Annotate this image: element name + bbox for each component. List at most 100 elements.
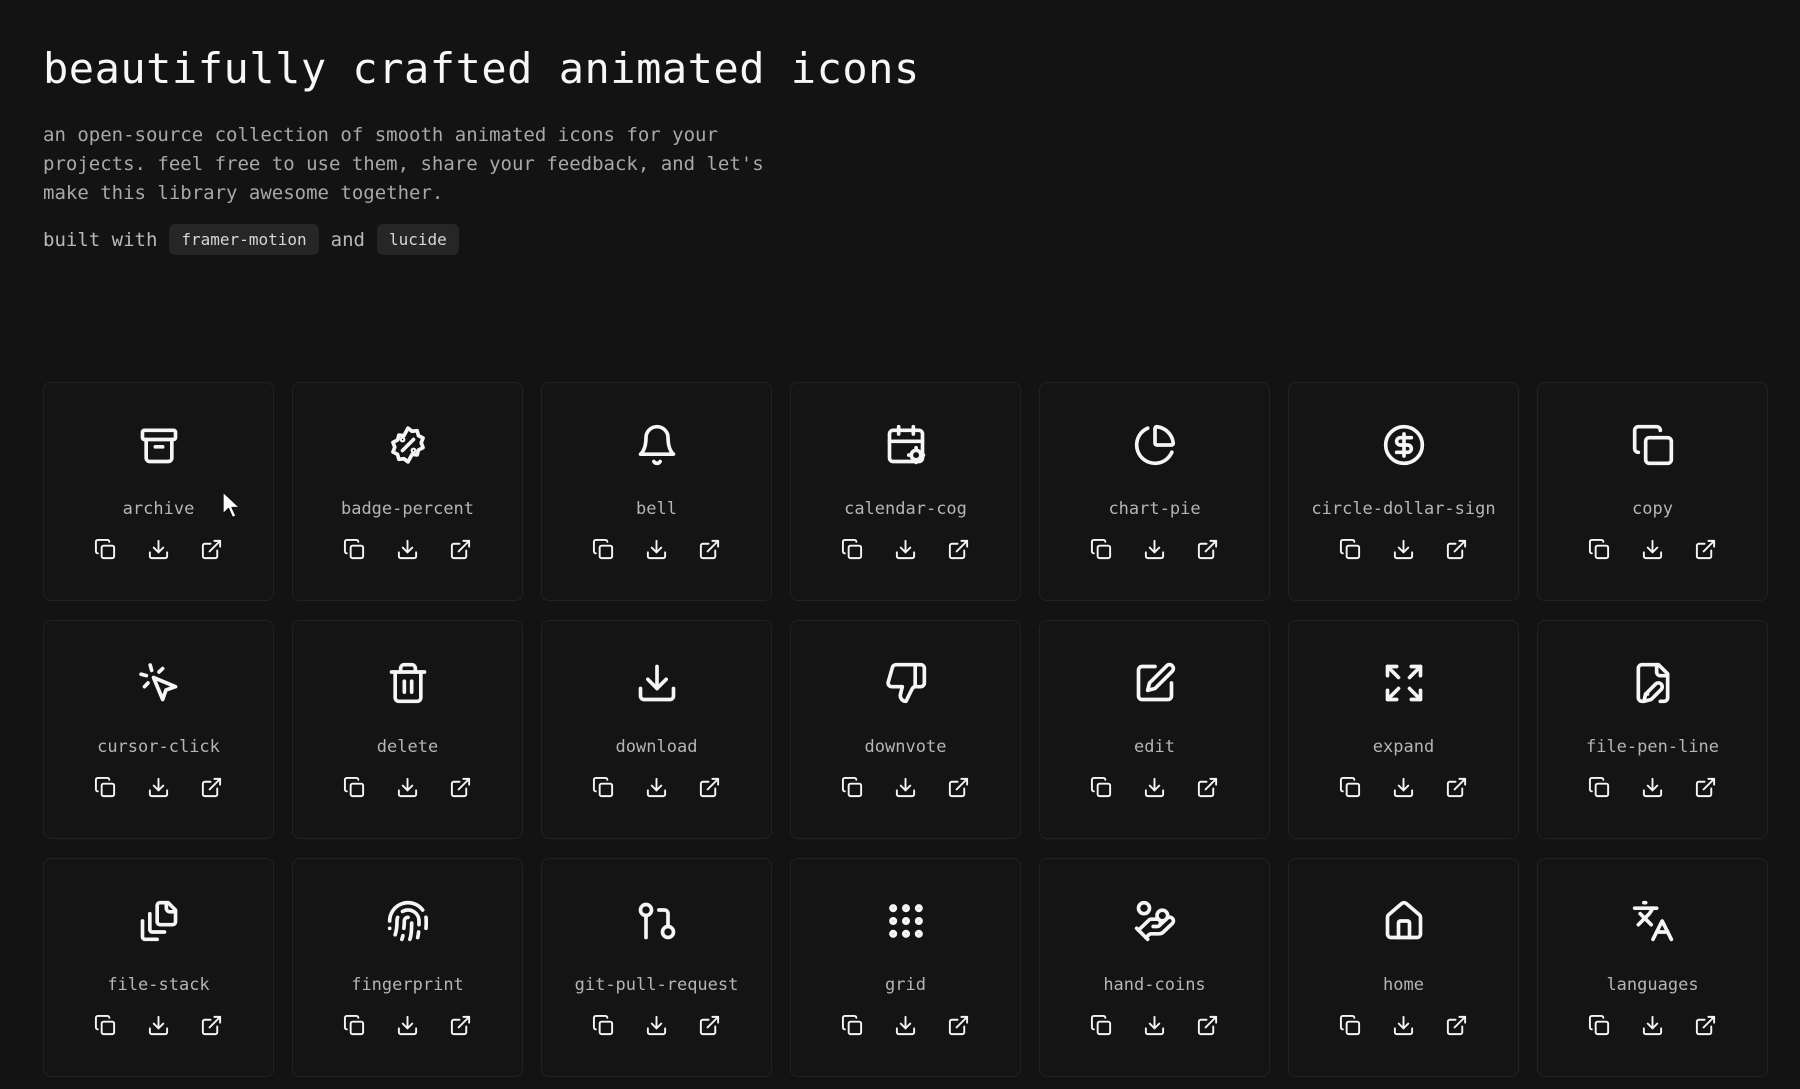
- external-link-icon[interactable]: [449, 1014, 472, 1037]
- icon-card-actions: [44, 538, 273, 561]
- copy-icon[interactable]: [592, 776, 615, 799]
- icon-card-calendar-cog[interactable]: calendar-cog: [790, 382, 1021, 601]
- copy-icon[interactable]: [1090, 538, 1113, 561]
- icon-card-cursor-click[interactable]: cursor-click: [43, 620, 274, 839]
- icon-card-edit[interactable]: edit: [1039, 620, 1270, 839]
- external-link-icon[interactable]: [1445, 1014, 1468, 1037]
- download-icon[interactable]: [894, 1014, 917, 1037]
- external-link-icon[interactable]: [947, 1014, 970, 1037]
- external-link-icon[interactable]: [200, 776, 223, 799]
- external-link-icon[interactable]: [1196, 776, 1219, 799]
- external-link-icon[interactable]: [200, 538, 223, 561]
- copy-icon[interactable]: [1339, 776, 1362, 799]
- external-link-icon[interactable]: [1694, 1014, 1717, 1037]
- copy-icon[interactable]: [841, 776, 864, 799]
- icon-card-badge-percent[interactable]: badge-percent: [292, 382, 523, 601]
- icon-card-label: badge-percent: [340, 499, 475, 519]
- icon-card-grid[interactable]: grid: [790, 858, 1021, 1077]
- external-link-icon[interactable]: [947, 776, 970, 799]
- icon-card-actions: [1289, 538, 1518, 561]
- download-icon[interactable]: [1641, 1014, 1664, 1037]
- file-pen-line-icon: [1631, 661, 1675, 705]
- download-icon[interactable]: [396, 1014, 419, 1037]
- icon-card-file-stack[interactable]: file-stack: [43, 858, 274, 1077]
- external-link-icon[interactable]: [200, 1014, 223, 1037]
- icon-card-actions: [1538, 1014, 1767, 1037]
- download-icon[interactable]: [147, 1014, 170, 1037]
- external-link-icon[interactable]: [449, 776, 472, 799]
- external-link-icon[interactable]: [1694, 538, 1717, 561]
- download-icon[interactable]: [1143, 776, 1166, 799]
- download-icon[interactable]: [645, 776, 668, 799]
- copy-icon[interactable]: [94, 538, 117, 561]
- download-icon[interactable]: [894, 538, 917, 561]
- copy-icon[interactable]: [592, 538, 615, 561]
- page-description: an open-source collection of smooth anim…: [43, 124, 764, 204]
- download-icon[interactable]: [894, 776, 917, 799]
- external-link-icon[interactable]: [449, 538, 472, 561]
- icon-card-actions: [1040, 776, 1269, 799]
- icon-card-file-pen-line[interactable]: file-pen-line: [1537, 620, 1768, 839]
- lucide-chip[interactable]: lucide: [376, 224, 459, 255]
- download-icon[interactable]: [147, 538, 170, 561]
- download-icon[interactable]: [1641, 538, 1664, 561]
- icon-card-actions: [791, 776, 1020, 799]
- download-icon[interactable]: [645, 1014, 668, 1037]
- external-link-icon[interactable]: [698, 1014, 721, 1037]
- hand-coins-icon: [1133, 899, 1177, 943]
- icon-card-expand[interactable]: expand: [1288, 620, 1519, 839]
- copy-icon[interactable]: [841, 538, 864, 561]
- external-link-icon[interactable]: [947, 538, 970, 561]
- external-link-icon[interactable]: [698, 538, 721, 561]
- copy-icon[interactable]: [343, 776, 366, 799]
- copy-icon[interactable]: [1090, 776, 1113, 799]
- copy-icon[interactable]: [841, 1014, 864, 1037]
- icon-card-actions: [791, 538, 1020, 561]
- external-link-icon[interactable]: [1694, 776, 1717, 799]
- copy-icon[interactable]: [343, 1014, 366, 1037]
- copy-icon: [1631, 423, 1675, 467]
- download-icon[interactable]: [1392, 538, 1415, 561]
- copy-icon[interactable]: [94, 1014, 117, 1037]
- copy-icon[interactable]: [592, 1014, 615, 1037]
- icon-card-git-pull-request[interactable]: git-pull-request: [541, 858, 772, 1077]
- download-icon[interactable]: [396, 776, 419, 799]
- download-icon[interactable]: [1392, 1014, 1415, 1037]
- copy-icon[interactable]: [343, 538, 366, 561]
- download-icon[interactable]: [147, 776, 170, 799]
- icon-card-languages[interactable]: languages: [1537, 858, 1768, 1077]
- external-link-icon[interactable]: [698, 776, 721, 799]
- icon-card-download[interactable]: download: [541, 620, 772, 839]
- icon-card-home[interactable]: home: [1288, 858, 1519, 1077]
- copy-icon[interactable]: [1090, 1014, 1113, 1037]
- icon-card-circle-dollar-sign[interactable]: circle-dollar-sign: [1288, 382, 1519, 601]
- icon-card-label: languages: [1606, 975, 1699, 995]
- framer-motion-chip[interactable]: framer-motion: [169, 224, 319, 255]
- download-icon[interactable]: [396, 538, 419, 561]
- download-icon[interactable]: [1641, 776, 1664, 799]
- copy-icon[interactable]: [1339, 538, 1362, 561]
- external-link-icon[interactable]: [1196, 1014, 1219, 1037]
- copy-icon[interactable]: [1588, 776, 1611, 799]
- icon-card-label: home: [1383, 975, 1424, 995]
- copy-icon[interactable]: [1588, 538, 1611, 561]
- download-icon[interactable]: [1143, 1014, 1166, 1037]
- mouse-cursor-icon: [221, 490, 243, 520]
- download-icon[interactable]: [1143, 538, 1166, 561]
- external-link-icon[interactable]: [1445, 776, 1468, 799]
- icon-card-bell[interactable]: bell: [541, 382, 772, 601]
- icon-card-delete[interactable]: delete: [292, 620, 523, 839]
- icon-card-copy[interactable]: copy: [1537, 382, 1768, 601]
- external-link-icon[interactable]: [1196, 538, 1219, 561]
- copy-icon[interactable]: [1588, 1014, 1611, 1037]
- icon-card-downvote[interactable]: downvote: [790, 620, 1021, 839]
- download-icon[interactable]: [645, 538, 668, 561]
- external-link-icon[interactable]: [1445, 538, 1468, 561]
- download-icon[interactable]: [1392, 776, 1415, 799]
- copy-icon[interactable]: [94, 776, 117, 799]
- icon-card-actions: [542, 538, 771, 561]
- copy-icon[interactable]: [1339, 1014, 1362, 1037]
- icon-card-hand-coins[interactable]: hand-coins: [1039, 858, 1270, 1077]
- icon-card-fingerprint[interactable]: fingerprint: [292, 858, 523, 1077]
- icon-card-chart-pie[interactable]: chart-pie: [1039, 382, 1270, 601]
